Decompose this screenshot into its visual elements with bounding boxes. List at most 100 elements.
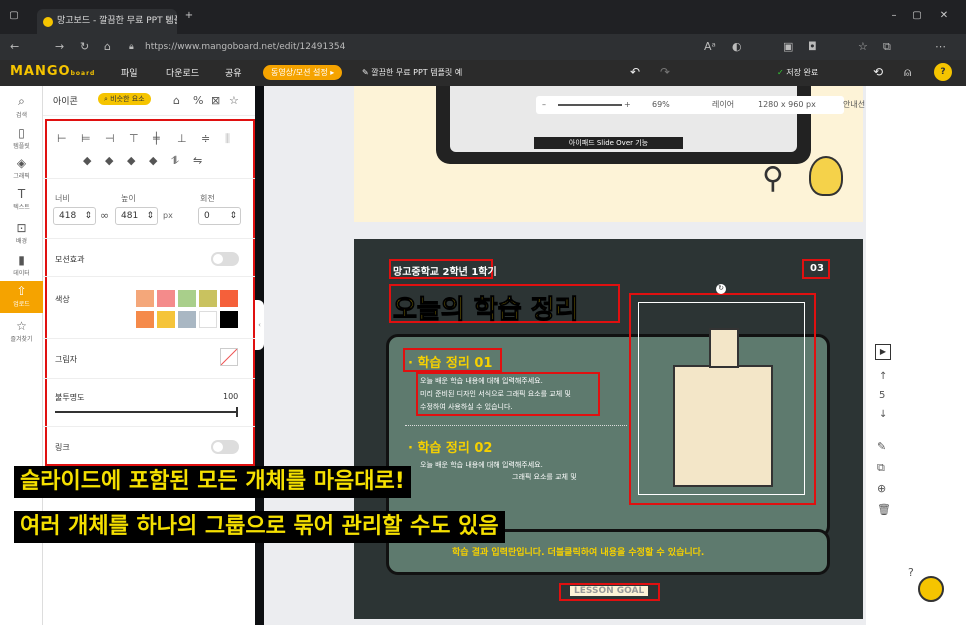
browser-tab[interactable]: 망고보드 - 깔끔한 무료 PPT 템플릿 × — [37, 9, 177, 34]
opacity-slider[interactable] — [55, 407, 238, 417]
sidebar-item-background[interactable]: ⊡ 배경 — [0, 221, 43, 245]
align-left-icon[interactable]: ⊢ — [57, 132, 67, 145]
slide-number[interactable]: 03 — [810, 263, 824, 274]
page-down-icon[interactable]: ↓ — [879, 409, 887, 420]
undo-icon[interactable]: ↶ — [630, 65, 640, 79]
section1-heading[interactable]: · 학습 정리 01 — [408, 352, 492, 371]
extension-icon[interactable]: ◐ — [732, 40, 742, 53]
lock-icon[interactable]: ⌂ — [173, 94, 180, 107]
send-backward-icon[interactable]: ◆ — [127, 154, 135, 167]
color-swatch[interactable] — [220, 290, 238, 307]
magic-icon[interactable]: ✎ — [877, 440, 886, 453]
crop-icon[interactable]: ⊠ — [211, 94, 220, 107]
home-icon[interactable]: ⌂ — [104, 40, 111, 53]
refresh-icon[interactable]: ↻ — [80, 40, 89, 53]
section2-heading[interactable]: · 학습 정리 02 — [408, 437, 492, 456]
rotate-field[interactable]: 0 ⇕ — [198, 207, 241, 225]
sidebar-item-search[interactable]: ⌕ 검색 — [0, 94, 43, 119]
bring-forward-icon[interactable]: ◆ — [105, 154, 113, 167]
sidebar-item-upload[interactable]: ⇧ 업로드 — [0, 281, 43, 313]
canvas-size[interactable]: 1280 x 960 px — [758, 96, 816, 114]
close-tab-icon[interactable]: × — [164, 9, 172, 34]
motion-toggle[interactable] — [211, 252, 239, 266]
guide-toggle[interactable]: 안내선 — [843, 99, 865, 110]
panel-collapse-handle[interactable]: ‹ — [255, 300, 264, 350]
lesson-goal-label[interactable]: LESSON GOAL — [570, 586, 649, 596]
align-center-icon[interactable]: ⊨ — [81, 132, 91, 145]
height-field[interactable]: 481 ⇕ — [115, 207, 158, 225]
menu-download[interactable]: 다운로드 — [166, 66, 199, 79]
window-menu-icon[interactable]: ▢ — [8, 10, 20, 22]
align-top-icon[interactable]: ⊤ — [129, 132, 139, 145]
section1-line[interactable]: 미리 준비된 디자인 서식으로 그래픽 요소를 교체 및 — [420, 389, 571, 399]
transparency-icon[interactable]: % — [193, 94, 203, 107]
align-right-icon[interactable]: ⊣ — [105, 132, 115, 145]
zoom-out-icon[interactable]: – — [542, 96, 546, 114]
collections-icon[interactable]: ⧉ — [883, 40, 891, 54]
send-back-icon[interactable]: ◆ — [149, 154, 157, 167]
bring-front-icon[interactable]: ◆ — [83, 154, 91, 167]
close-window-icon[interactable]: ✕ — [938, 10, 950, 22]
new-tab-icon[interactable]: + — [183, 10, 195, 22]
more-icon[interactable]: ⋯ — [935, 40, 946, 53]
maximize-icon[interactable]: ▢ — [911, 10, 923, 22]
motion-settings-button[interactable]: 동영상/모션 설정 ▸ — [263, 65, 343, 80]
help-icon[interactable]: ? — [934, 63, 952, 81]
sidebar-item-template[interactable]: ▯ 템플릿 — [0, 126, 43, 150]
sidebar-item-data[interactable]: ▮ 데이터 — [0, 253, 43, 277]
color-swatch[interactable] — [199, 311, 217, 328]
zoom-slider[interactable] — [558, 104, 622, 106]
mangoboard-logo[interactable]: MANGOboard — [10, 64, 95, 79]
favorite-icon[interactable]: ☆ — [229, 94, 239, 107]
url-field[interactable]: 🔒︎ https://www.mangoboard.net/edit/12491… — [125, 38, 685, 56]
color-swatch[interactable] — [220, 311, 238, 328]
link-ratio-icon[interactable]: ∞ — [100, 209, 109, 222]
delete-icon[interactable]: 🗑︎ — [877, 503, 891, 516]
zoom-value[interactable]: 69% — [652, 96, 670, 114]
extension-icon[interactable]: ◘ — [808, 40, 817, 53]
favorites-icon[interactable]: ☆ — [858, 40, 868, 53]
mango-mascot-icon[interactable] — [918, 576, 944, 602]
color-swatch[interactable] — [157, 290, 175, 307]
layer-button[interactable]: 레이어 — [712, 96, 734, 114]
back-icon[interactable]: ← — [10, 40, 19, 53]
document-title[interactable]: ✎ 깔끔한 무료 PPT 템플릿 예 — [362, 67, 462, 78]
section2-line[interactable]: 오늘 배운 학습 내용에 대해 입력해주세요. — [420, 460, 543, 470]
flip-icon[interactable]: ⥮ — [171, 154, 179, 168]
color-swatch[interactable] — [157, 311, 175, 328]
link-toggle[interactable] — [211, 440, 239, 454]
align-bottom-icon[interactable]: ⊥ — [177, 132, 187, 145]
menu-file[interactable]: 파일 — [121, 66, 138, 79]
opacity-handle[interactable] — [236, 407, 238, 417]
color-swatch[interactable] — [178, 290, 196, 307]
distribute-h-icon[interactable]: ⫼ — [225, 132, 230, 146]
section2-line[interactable]: 그래픽 요소를 교체 및 — [512, 472, 577, 482]
section1-line[interactable]: 수정하여 사용하실 수 있습니다. — [420, 402, 513, 412]
mirror-icon[interactable]: ⇋ — [193, 154, 202, 167]
extension-icon[interactable]: ▣ — [783, 40, 793, 53]
distribute-v-icon[interactable]: ≑ — [201, 132, 210, 145]
rotate-handle-icon[interactable]: ↻ — [716, 284, 726, 294]
minimize-icon[interactable]: – — [888, 10, 900, 22]
align-middle-icon[interactable]: ╪ — [153, 132, 160, 145]
account-icon[interactable]: ⍝ — [904, 65, 911, 80]
redo-icon[interactable]: ↷ — [660, 65, 670, 79]
add-page-icon[interactable]: ⊕ — [877, 482, 886, 495]
menu-share[interactable]: 공유 — [225, 66, 242, 79]
zoom-in-icon[interactable]: + — [624, 96, 631, 114]
slide-title[interactable]: 오늘의 학습 정리 — [393, 289, 580, 326]
section1-line[interactable]: 오늘 배운 학습 내용에 대해 입력해주세요. — [420, 376, 543, 386]
color-swatch[interactable] — [199, 290, 217, 307]
page-up-icon[interactable]: ↑ — [879, 371, 887, 382]
sidebar-item-favorites[interactable]: ☆ 즐겨찾기 — [0, 319, 43, 343]
history-icon[interactable]: ⟲ — [873, 65, 883, 79]
play-icon[interactable]: ▶ — [875, 344, 891, 360]
no-shadow-icon[interactable] — [220, 348, 238, 366]
forward-icon[interactable]: → — [55, 40, 64, 53]
sidebar-item-graphic[interactable]: ◈ 그래픽 — [0, 156, 43, 180]
color-swatch[interactable] — [136, 290, 154, 307]
color-swatch[interactable] — [178, 311, 196, 328]
selected-illustration[interactable] — [638, 302, 805, 495]
school-label[interactable]: 망고중학교 2학년 1학기 — [393, 263, 497, 278]
help-circle-icon[interactable]: ? — [908, 566, 914, 579]
